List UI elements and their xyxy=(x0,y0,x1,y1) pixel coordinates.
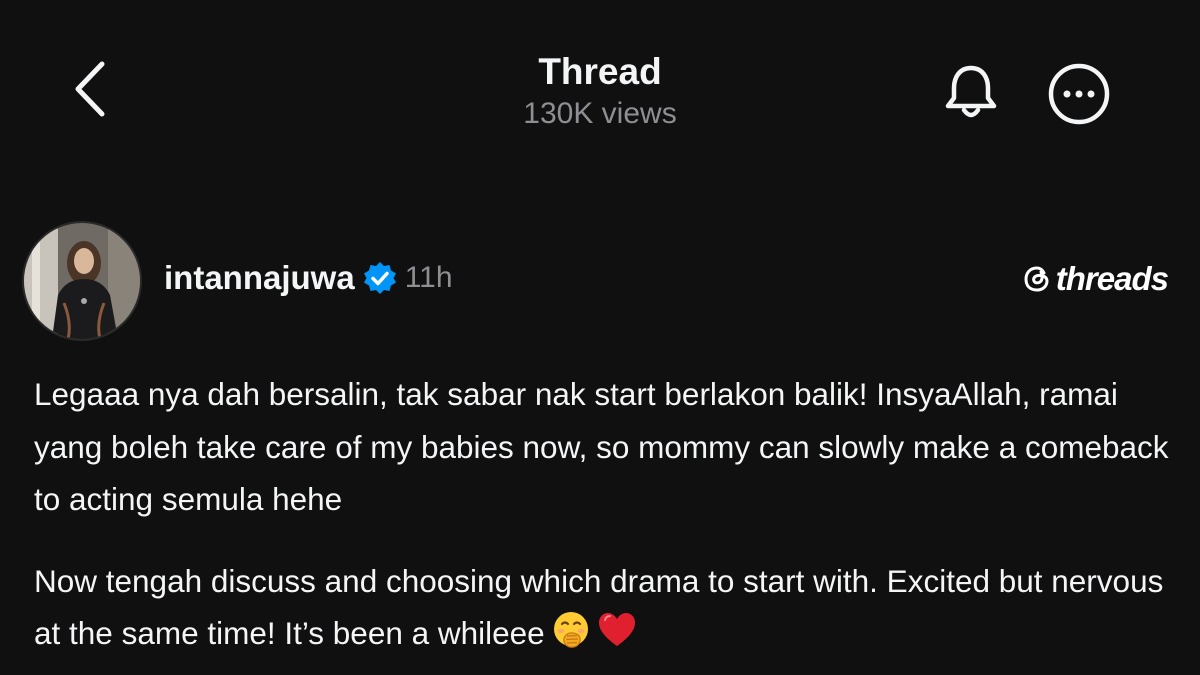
header-title-block: Thread 130K views xyxy=(400,50,800,132)
chevron-left-icon xyxy=(75,61,105,117)
view-count: 130K views xyxy=(523,97,677,130)
face-with-hand-over-mouth-icon xyxy=(551,610,591,666)
post-paragraph-2: Now tengah discuss and choosing which dr… xyxy=(34,555,1174,666)
verified-badge-icon xyxy=(363,261,397,295)
red-heart-icon xyxy=(597,610,637,666)
post-body: Legaaa nya dah bersalin, tak sabar nak s… xyxy=(34,368,1174,666)
post-timestamp: 11h xyxy=(404,261,453,294)
thread-screen: Thread 130K views intannajuwa 11h thread… xyxy=(0,0,1200,675)
bell-icon xyxy=(945,65,997,118)
more-horizontal-icon xyxy=(1048,63,1110,125)
notification-button[interactable] xyxy=(937,60,1005,124)
threads-logo: threads xyxy=(1022,260,1169,297)
username[interactable]: intannajuwa xyxy=(164,259,355,297)
post-paragraph-1: Legaaa nya dah bersalin, tak sabar nak s… xyxy=(34,376,1169,517)
threads-wordmark: threads xyxy=(1055,260,1169,297)
back-button[interactable] xyxy=(62,58,118,120)
avatar[interactable] xyxy=(22,221,142,341)
profile-photo xyxy=(24,223,140,339)
threads-logo-icon xyxy=(1024,266,1049,292)
page-title: Thread xyxy=(538,51,662,92)
more-options-button[interactable] xyxy=(1045,62,1113,126)
post-author-row: intannajuwa 11h xyxy=(164,256,453,300)
